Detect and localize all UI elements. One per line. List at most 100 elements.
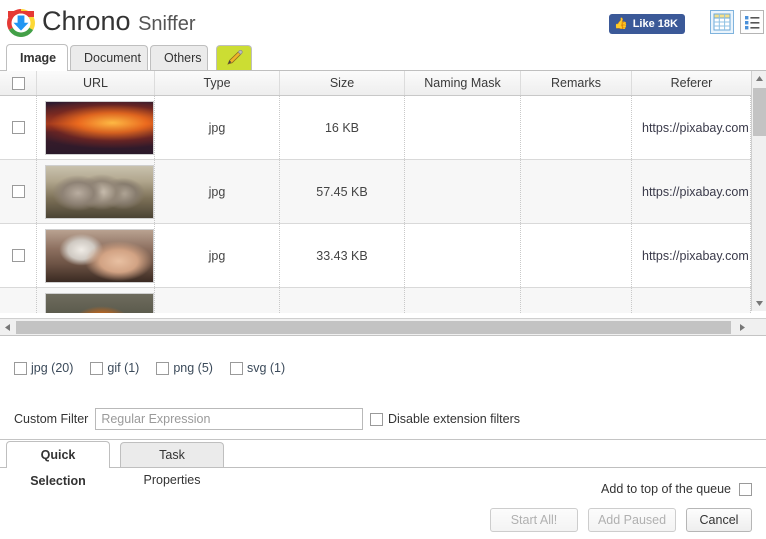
row-referer: https://pixabay.com (632, 224, 751, 287)
tab-others[interactable]: Others (150, 45, 208, 71)
footer-button-row: Start All! Add Paused Cancel (490, 508, 752, 532)
row-checkbox[interactable] (11, 249, 25, 262)
row-thumbnail-cell[interactable] (37, 96, 155, 159)
add-paused-button[interactable]: Add Paused (588, 508, 676, 532)
row-type: jpg (155, 96, 280, 159)
row-naming-mask[interactable] (405, 288, 521, 313)
extension-filter-jpg-label: jpg (20) (31, 361, 74, 375)
chrono-sniffer-window: Chrono Sniffer 👍 Like 18K Image Document… (0, 0, 766, 539)
row-referer: https://pixabay.com (632, 160, 751, 223)
tab-quick-selection[interactable]: Quick Selection (6, 441, 110, 488)
table-row[interactable]: jpg 57.45 KB https://pixabay.com (0, 160, 751, 224)
select-all-checkbox[interactable] (11, 76, 25, 90)
category-tab-bar: Image Document Others Show size (0, 44, 766, 110)
row-size: 33.43 KB (280, 224, 405, 287)
row-remarks (521, 160, 632, 223)
disable-extension-filters-box[interactable] (370, 412, 383, 426)
thumbnail-image (45, 292, 154, 313)
custom-filter-row: Custom Filter (14, 408, 364, 430)
extension-filter-gif-checkbox[interactable] (90, 361, 104, 375)
row-thumbnail-cell[interactable] (37, 160, 155, 223)
grid-view-icon[interactable] (710, 10, 734, 34)
resource-table: URL Type Size Naming Mask Remarks Refere… (0, 71, 766, 336)
select-all-header[interactable] (0, 71, 37, 95)
row-size: 57.45 KB (280, 160, 405, 223)
row-remarks (521, 288, 632, 313)
custom-filter-input[interactable] (95, 408, 364, 430)
cancel-button[interactable]: Cancel (686, 508, 752, 532)
table-row[interactable]: jpg 16 KB https://pixabay.com (0, 96, 751, 160)
tab-task-properties[interactable]: Task Properties (120, 442, 224, 487)
column-header-referer[interactable]: Referer (632, 71, 751, 95)
brand-sub: Sniffer (138, 13, 196, 35)
extension-filter-svg-label: svg (1) (246, 361, 286, 375)
list-view-icon[interactable] (740, 10, 764, 34)
scroll-up-arrow-icon[interactable] (752, 71, 766, 86)
tab-image-label: Image (20, 51, 57, 65)
brand-main: Chrono (42, 6, 131, 36)
scroll-right-arrow-icon[interactable] (735, 319, 750, 335)
extension-filter-jpg[interactable]: jpg (20) (14, 361, 73, 375)
disable-extension-filters-checkbox[interactable]: Disable extension filters (370, 412, 520, 426)
tab-quick-selection-label: Quick Selection (30, 448, 86, 488)
row-checkbox[interactable] (11, 121, 25, 134)
thumbnail-image (45, 100, 154, 155)
row-naming-mask[interactable] (405, 224, 521, 287)
facebook-like-button[interactable]: 👍 Like 18K (609, 14, 685, 34)
extension-filter-gif[interactable]: gif (1) (90, 361, 139, 375)
row-checkbox-cell[interactable] (0, 288, 37, 313)
column-header-remarks[interactable]: Remarks (521, 71, 632, 95)
scroll-down-arrow-icon[interactable] (752, 296, 766, 311)
thumbnail-image (45, 164, 154, 219)
scroll-left-arrow-icon[interactable] (0, 319, 15, 335)
table-row[interactable]: jpg 36.23 KB https://pixabay.com (0, 288, 751, 313)
column-header-url[interactable]: URL (37, 71, 155, 95)
row-remarks (521, 96, 632, 159)
row-referer: https://pixabay.com (632, 288, 751, 313)
tab-document-label: Document (84, 51, 141, 65)
vertical-scrollbar-thumb[interactable] (753, 88, 766, 136)
tab-others-label: Others (164, 51, 202, 65)
chrono-chrome-download-icon (6, 8, 36, 38)
column-header-naming-mask[interactable]: Naming Mask (405, 71, 521, 95)
row-referer: https://pixabay.com (632, 96, 751, 159)
column-header-type[interactable]: Type (155, 71, 280, 95)
column-header-size[interactable]: Size (280, 71, 405, 95)
horizontal-scrollbar-thumb[interactable] (16, 321, 731, 334)
row-thumbnail-cell[interactable] (37, 224, 155, 287)
table-horizontal-scrollbar[interactable] (0, 318, 766, 335)
row-checkbox[interactable] (11, 185, 25, 198)
add-to-top-of-queue-checkbox[interactable]: Add to top of the queue (601, 482, 752, 496)
row-checkbox-cell[interactable] (0, 224, 37, 287)
add-to-top-of-queue-box[interactable] (739, 482, 752, 496)
tab-edit[interactable] (216, 45, 252, 71)
extension-filter-png[interactable]: png (5) (156, 361, 213, 375)
bottom-tab-bar: Quick Selection Task Properties (0, 440, 766, 488)
disable-extension-filters-label: Disable extension filters (388, 412, 521, 426)
app-header: Chrono Sniffer 👍 Like 18K (0, 0, 766, 44)
table-vertical-scrollbar[interactable] (751, 71, 766, 311)
row-size: 36.23 KB (280, 288, 405, 313)
start-all-button[interactable]: Start All! (490, 508, 578, 532)
row-naming-mask[interactable] (405, 96, 521, 159)
row-naming-mask[interactable] (405, 160, 521, 223)
extension-filter-svg-checkbox[interactable] (229, 361, 243, 375)
add-to-top-of-queue-label: Add to top of the queue (601, 482, 731, 496)
tab-image[interactable]: Image (6, 44, 68, 71)
tab-task-properties-label: Task Properties (143, 448, 201, 487)
table-row[interactable]: jpg 33.43 KB https://pixabay.com (0, 224, 751, 288)
row-remarks (521, 224, 632, 287)
row-type: jpg (155, 224, 280, 287)
table-body: jpg 16 KB https://pixabay.com jpg 57.45 … (0, 96, 751, 313)
row-thumbnail-cell[interactable] (37, 288, 155, 313)
extension-filter-gif-label: gif (1) (107, 361, 140, 375)
row-type: jpg (155, 288, 280, 313)
table-header-row: URL Type Size Naming Mask Remarks Refere… (0, 71, 751, 96)
tab-document[interactable]: Document (70, 45, 148, 71)
extension-filter-jpg-checkbox[interactable] (14, 361, 27, 375)
row-checkbox-cell[interactable] (0, 160, 37, 223)
extension-filter-svg[interactable]: svg (1) (229, 361, 286, 375)
row-checkbox-cell[interactable] (0, 96, 37, 159)
thumbnail-image (45, 228, 154, 283)
extension-filter-png-checkbox[interactable] (156, 361, 170, 375)
